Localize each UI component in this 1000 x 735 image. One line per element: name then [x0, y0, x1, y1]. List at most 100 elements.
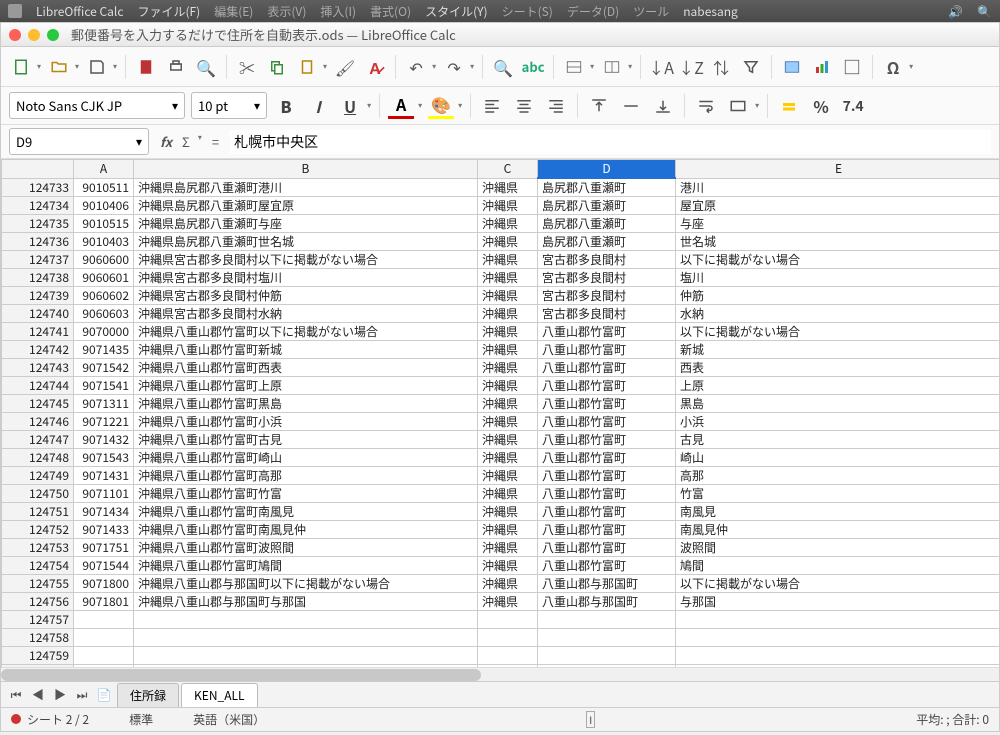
row-button[interactable]	[562, 55, 586, 79]
cell[interactable]: 八重山郡竹富町	[538, 323, 676, 341]
valign-bottom-button[interactable]	[650, 93, 676, 119]
menu-file[interactable]: ファイル(F)	[137, 3, 200, 20]
cell[interactable]: 沖縄県	[478, 341, 538, 359]
pdf-export-button[interactable]	[134, 55, 158, 79]
menu-user[interactable]: nabesang	[683, 3, 738, 20]
cell[interactable]: 八重山郡竹富町	[538, 341, 676, 359]
dropdown-icon[interactable]: ▾	[367, 100, 371, 111]
cell[interactable]: 9071751	[74, 539, 134, 557]
cell[interactable]: 9060601	[74, 269, 134, 287]
window-minimize-button[interactable]	[28, 29, 40, 41]
row-header[interactable]: 124734	[2, 197, 74, 215]
row-header[interactable]: 124739	[2, 287, 74, 305]
sheet-tab[interactable]: KEN_ALL	[181, 683, 258, 707]
cell[interactable]: 9060603	[74, 305, 134, 323]
window-close-button[interactable]	[9, 29, 21, 41]
cell[interactable]: 仲筋	[676, 287, 1000, 305]
cell[interactable]: 9071101	[74, 485, 134, 503]
cut-button[interactable]: ✂	[235, 55, 259, 79]
cell[interactable]: 沖縄県八重山郡竹富町新城	[134, 341, 478, 359]
font-name-input[interactable]	[16, 96, 166, 115]
cell[interactable]	[74, 647, 134, 665]
clear-format-button[interactable]: A̷	[363, 55, 387, 79]
row-header[interactable]: 124741	[2, 323, 74, 341]
align-right-button[interactable]	[543, 93, 569, 119]
cell[interactable]: 島尻郡八重瀬町	[538, 233, 676, 251]
menu-sheet[interactable]: シート(S)	[502, 3, 553, 20]
cell[interactable]	[538, 647, 676, 665]
cell[interactable]: 八重山郡竹富町	[538, 539, 676, 557]
cell[interactable]: 八重山郡竹富町	[538, 359, 676, 377]
align-center-button[interactable]	[511, 93, 537, 119]
row-header[interactable]: 124736	[2, 233, 74, 251]
cell[interactable]: 沖縄県	[478, 178, 538, 197]
cell[interactable]: 新城	[676, 341, 1000, 359]
cell[interactable]: 以下に掲載がない場合	[676, 251, 1000, 269]
row-header[interactable]: 124737	[2, 251, 74, 269]
menu-tools[interactable]: ツール	[633, 3, 669, 20]
row-header[interactable]: 124740	[2, 305, 74, 323]
cell[interactable]: 沖縄県	[478, 413, 538, 431]
cell[interactable]: 上原	[676, 377, 1000, 395]
cell[interactable]: 沖縄県島尻郡八重瀬町与座	[134, 215, 478, 233]
cell[interactable]: 沖縄県八重山郡竹富町南風見	[134, 503, 478, 521]
cell[interactable]: 沖縄県八重山郡竹富町黒島	[134, 395, 478, 413]
cell[interactable]: 9060602	[74, 287, 134, 305]
row-header[interactable]: 124752	[2, 521, 74, 539]
print-button[interactable]	[164, 55, 188, 79]
app-name[interactable]: LibreOffice Calc	[36, 3, 123, 20]
row-header[interactable]: 124733	[2, 178, 74, 197]
font-size-combo[interactable]: ▾	[191, 92, 267, 119]
cell[interactable]: 沖縄県島尻郡八重瀬町港川	[134, 178, 478, 197]
cell[interactable]: 古見	[676, 431, 1000, 449]
dropdown-icon[interactable]: ▾	[470, 61, 474, 72]
cell-reference-box[interactable]: ▾	[9, 128, 149, 155]
copy-button[interactable]	[265, 55, 289, 79]
cell[interactable]: 沖縄県	[478, 395, 538, 413]
cell[interactable]: 与那国	[676, 593, 1000, 611]
cell[interactable]: 島尻郡八重瀬町	[538, 178, 676, 197]
cell[interactable]: 沖縄県	[478, 557, 538, 575]
cell[interactable]: 八重山郡竹富町	[538, 395, 676, 413]
insert-mode[interactable]: I	[586, 711, 595, 728]
cell[interactable]: 八重山郡竹富町	[538, 431, 676, 449]
column-header-B[interactable]: B	[134, 160, 478, 179]
cell[interactable]: 崎山	[676, 449, 1000, 467]
cell[interactable]	[478, 647, 538, 665]
cell[interactable]: 鳩間	[676, 557, 1000, 575]
dropdown-icon[interactable]: ▾	[75, 61, 79, 72]
cell[interactable]	[538, 611, 676, 629]
dropdown-icon[interactable]: ▾	[254, 97, 260, 114]
cell[interactable]: 沖縄県	[478, 377, 538, 395]
cell[interactable]: 沖縄県	[478, 251, 538, 269]
equals-button[interactable]: =	[209, 132, 222, 151]
dropdown-icon[interactable]: ▾	[136, 133, 142, 150]
cell[interactable]: 9071543	[74, 449, 134, 467]
autofilter-button[interactable]	[739, 55, 763, 79]
column-header-C[interactable]: C	[478, 160, 538, 179]
cell[interactable]: 9010406	[74, 197, 134, 215]
cell[interactable]	[134, 611, 478, 629]
cell[interactable]: 9010511	[74, 178, 134, 197]
cell[interactable]: 9071221	[74, 413, 134, 431]
menu-insert[interactable]: 挿入(I)	[320, 3, 356, 20]
cell[interactable]: 9071434	[74, 503, 134, 521]
cell[interactable]: 沖縄県	[478, 575, 538, 593]
dropdown-icon[interactable]: ▾	[458, 100, 462, 111]
cell[interactable]	[676, 629, 1000, 647]
row-header[interactable]: 124747	[2, 431, 74, 449]
cell[interactable]: 与座	[676, 215, 1000, 233]
dropdown-icon[interactable]: ▾	[113, 61, 117, 72]
open-button[interactable]	[47, 55, 71, 79]
row-header[interactable]: 124757	[2, 611, 74, 629]
paste-button[interactable]	[295, 55, 319, 79]
cell[interactable]: 八重山郡竹富町	[538, 449, 676, 467]
row-header[interactable]: 124751	[2, 503, 74, 521]
cell[interactable]: 沖縄県八重山郡竹富町高那	[134, 467, 478, 485]
prev-sheet-button[interactable]: ◀	[29, 686, 47, 703]
sum-button[interactable]: Σ	[179, 132, 193, 151]
print-preview-button[interactable]: 🔍	[194, 55, 218, 79]
valign-top-button[interactable]	[586, 93, 612, 119]
row-header[interactable]: 124756	[2, 593, 74, 611]
cell[interactable]: 沖縄県	[478, 197, 538, 215]
